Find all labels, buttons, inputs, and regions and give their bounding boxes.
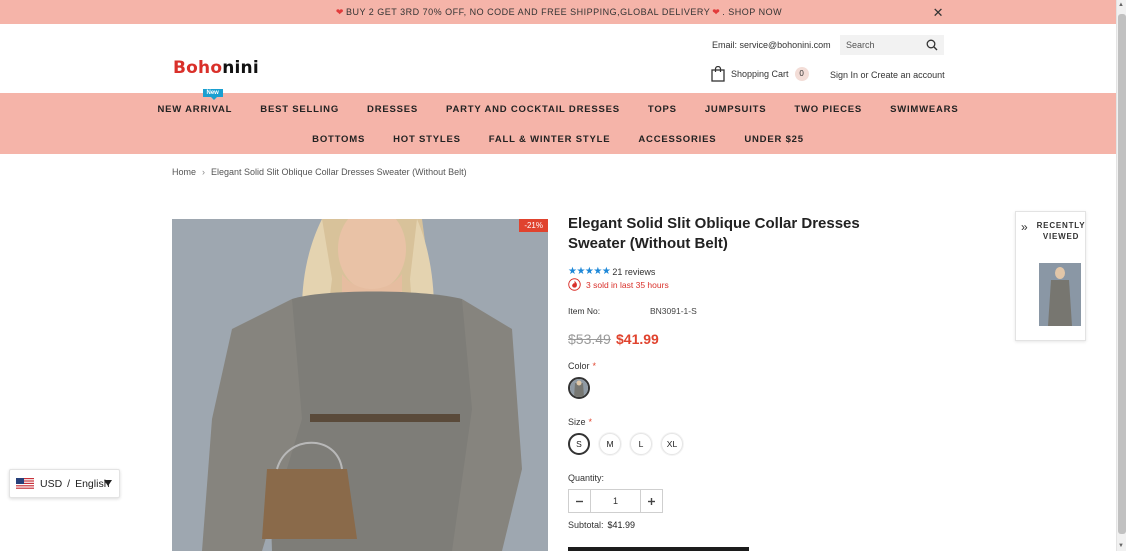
recently-viewed-item[interactable] [1039, 263, 1081, 326]
item-no-value: BN3091-1-S [650, 306, 697, 316]
nav-new-arrival[interactable]: NEW ARRIVAL New [157, 88, 233, 115]
cart-count-badge: 0 [794, 67, 809, 81]
color-swatch[interactable] [568, 377, 590, 399]
product-rating[interactable]: ★★★★★ 21 reviews [568, 266, 655, 277]
nav-label: NEW ARRIVAL [157, 103, 233, 115]
us-flag-icon [16, 477, 34, 490]
nav-bottoms[interactable]: BOTTOMS [312, 134, 365, 145]
scroll-up-icon[interactable]: ▲ [1118, 2, 1124, 8]
breadcrumb: Home › Elegant Solid Slit Oblique Collar… [172, 167, 467, 177]
search-placeholder: Search [846, 40, 875, 50]
increase-quantity-button[interactable] [640, 490, 662, 512]
logo-part-2: nini [222, 58, 259, 78]
required-mark: * [588, 417, 593, 427]
add-to-cart-button[interactable] [568, 547, 749, 551]
recently-viewed-panel: » RECENTLY VIEWED [1015, 211, 1086, 341]
quantity-label: Quantity: [568, 473, 605, 483]
locale-separator: / [67, 477, 71, 490]
currency-language-selector[interactable]: USD / English [9, 469, 120, 498]
subtotal-value: $41.99 [607, 520, 636, 530]
sold-notice: 3 sold in last 35 hours [568, 278, 669, 291]
heart-icon: ❤ [335, 6, 344, 17]
recent-item-thumbnail [1039, 263, 1081, 326]
announcement-bar: ❤ BUY 2 GET 3RD 70% OFF, NO CODE AND FRE… [0, 0, 1116, 24]
shopping-bag-icon [711, 66, 725, 82]
nav-fall-winter-style[interactable]: FALL & WINTER STYLE [489, 134, 611, 145]
original-price: $53.49 [568, 331, 611, 347]
account-links: Sign In or Create an account [830, 70, 945, 80]
scroll-down-icon[interactable]: ▼ [1118, 543, 1124, 549]
heart-icon: ❤ [712, 6, 721, 17]
swatch-thumbnail [570, 379, 588, 397]
nav-hot-styles[interactable]: HOT STYLES [393, 134, 461, 145]
size-option-l[interactable]: L [630, 433, 652, 455]
nav-dresses[interactable]: DRESSES [367, 104, 418, 115]
size-label-text: Size [568, 417, 586, 427]
site-logo[interactable]: Bohonini [173, 58, 259, 78]
product-main-image[interactable]: -21% [172, 219, 548, 551]
search-input[interactable]: Search [840, 35, 944, 55]
size-option-xl[interactable]: XL [661, 433, 683, 455]
item-no-label: Item No: [568, 306, 601, 316]
nav-two-pieces[interactable]: TWO PIECES [794, 104, 862, 115]
flame-icon [568, 278, 581, 291]
decrease-quantity-button[interactable] [569, 490, 591, 512]
currency-code: USD [40, 477, 63, 490]
main-nav: NEW ARRIVAL New BEST SELLING DRESSES PAR… [0, 88, 1116, 154]
review-count[interactable]: 21 reviews [612, 267, 655, 277]
create-account-link[interactable]: Create an account [871, 70, 945, 80]
breadcrumb-home[interactable]: Home [172, 167, 196, 177]
search-icon[interactable] [926, 39, 938, 51]
product-title: Elegant Solid Slit Oblique Collar Dresse… [568, 215, 860, 252]
scrollbar-thumb[interactable] [1118, 14, 1126, 534]
nav-row-2: BOTTOMS HOT STYLES FALL & WINTER STYLE A… [0, 124, 1116, 154]
double-chevron-right-icon[interactable]: » [1021, 220, 1028, 234]
sold-text: 3 sold in last 35 hours [586, 279, 669, 290]
close-icon[interactable]: ✕ [933, 5, 944, 21]
nav-swimwears[interactable]: SWIMWEARS [890, 104, 958, 115]
sale-price: $41.99 [616, 331, 659, 347]
minus-icon [576, 500, 583, 502]
color-label-text: Color [568, 361, 590, 371]
required-mark: * [592, 361, 597, 371]
size-option-m[interactable]: M [599, 433, 621, 455]
plus-icon [648, 497, 655, 505]
contact-email[interactable]: Email: service@bohonini.com [712, 40, 831, 50]
nav-tops[interactable]: TOPS [648, 104, 677, 115]
discount-badge: -21% [519, 219, 548, 232]
size-options: S M L XL [568, 433, 692, 455]
shopping-cart[interactable]: Shopping Cart 0 [711, 66, 809, 82]
product-photo [172, 219, 548, 551]
recently-viewed-title: RECENTLY VIEWED [1036, 221, 1086, 241]
subtotal: Subtotal: $41.99 [568, 520, 635, 530]
nav-best-selling[interactable]: BEST SELLING [260, 104, 339, 115]
size-label: Size * [568, 417, 592, 427]
breadcrumb-current: Elegant Solid Slit Oblique Collar Dresse… [211, 167, 467, 177]
or-text: or [858, 70, 872, 80]
logo-part-1: Boho [173, 58, 223, 78]
nav-party-cocktail-dresses[interactable]: PARTY AND COCKTAIL DRESSES [446, 104, 620, 115]
subtotal-label: Subtotal: [568, 520, 604, 530]
page-scrollbar[interactable]: ▲ ▼ [1116, 0, 1126, 551]
nav-jumpsuits[interactable]: JUMPSUITS [705, 104, 767, 115]
nav-accessories[interactable]: ACCESSORIES [638, 134, 716, 145]
chevron-right-icon: › [202, 167, 206, 177]
announcement-text: BUY 2 GET 3RD 70% OFF, NO CODE AND FREE … [345, 7, 711, 17]
nav-row-1: NEW ARRIVAL New BEST SELLING DRESSES PAR… [0, 88, 1116, 124]
new-badge: New [202, 88, 223, 100]
caret-down-icon [104, 480, 112, 486]
cart-label: Shopping Cart [731, 69, 789, 79]
quantity-stepper [568, 489, 663, 513]
nav-under-25[interactable]: UNDER $25 [744, 134, 803, 145]
sign-in-link[interactable]: Sign In [830, 70, 858, 80]
star-rating-icons: ★★★★★ [568, 266, 611, 277]
quantity-input[interactable] [591, 490, 640, 512]
color-label: Color * [568, 361, 596, 371]
shop-now-link[interactable]: . SHOP NOW [722, 7, 782, 17]
size-option-s[interactable]: S [568, 433, 590, 455]
